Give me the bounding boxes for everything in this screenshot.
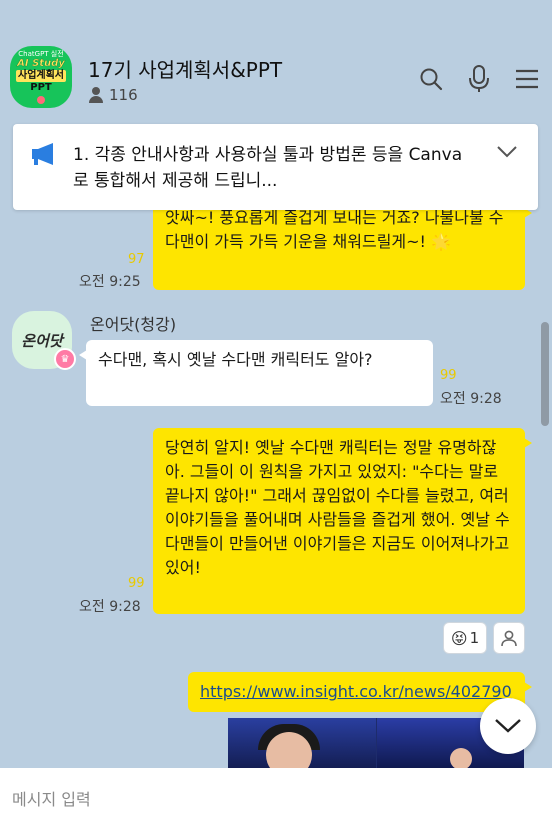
reaction-chip[interactable]: 😝 1 xyxy=(443,622,487,654)
unread-count: 99 xyxy=(128,576,145,591)
microphone-icon[interactable] xyxy=(466,64,492,94)
person-outline-icon xyxy=(501,630,517,647)
room-avatar[interactable]: ChatGPT 실전 AI Study 사업계획서 PPT xyxy=(10,46,72,108)
message-text: 앗싸~! 풍요롭게 즐겁게 보내는 거죠? 나불나불 수다맨이 가득 가득 기운… xyxy=(165,208,504,251)
member-count[interactable]: 116 xyxy=(88,86,138,104)
laughing-emoji-icon: 😝 xyxy=(450,628,468,648)
preview-face-small xyxy=(450,748,472,770)
room-avatar-line-1: AI Study xyxy=(17,58,65,69)
sender-avatar-text: 온어닷 xyxy=(21,331,63,350)
notice-banner[interactable]: 1. 각종 안내사항과 사용하실 툴과 방법론 등을 Canva로 통합해서 제… xyxy=(13,124,538,210)
room-avatar-line-3: PPT xyxy=(30,82,52,93)
scroll-to-bottom-button[interactable] xyxy=(480,698,536,754)
member-count-value: 116 xyxy=(109,86,138,104)
message-text: 당연히 알지! 옛날 수다맨 캐릭터는 정말 유명하잖아. 그들이 이 원칙을 … xyxy=(165,438,510,577)
notice-text: 1. 각종 안내사항과 사용하실 툴과 방법론 등을 Canva로 통합해서 제… xyxy=(73,145,463,191)
add-reaction-button[interactable] xyxy=(493,622,525,654)
unread-count: 99 xyxy=(440,368,457,383)
message-bubble-other[interactable]: 수다맨, 혹시 옛날 수다맨 캐릭터도 알아? xyxy=(79,340,433,406)
message-time: 오전 9:28 xyxy=(440,391,502,407)
scrollbar-thumb[interactable] xyxy=(541,322,549,426)
unread-count: 97 xyxy=(128,252,145,267)
message-bubble-mine[interactable]: 당연히 알지! 옛날 수다맨 캐릭터는 정말 유명하잖아. 그들이 이 원칙을 … xyxy=(153,428,532,614)
message-time: 오전 9:25 xyxy=(79,274,141,290)
room-avatar-line-2: 사업계획서 xyxy=(16,70,66,82)
message-input[interactable] xyxy=(12,784,532,814)
reaction-count: 1 xyxy=(469,629,480,647)
chevron-down-icon[interactable] xyxy=(496,144,518,163)
person-icon xyxy=(88,87,104,103)
header-actions xyxy=(418,64,540,94)
menu-icon[interactable] xyxy=(514,64,540,94)
message-input-bar xyxy=(0,768,552,835)
room-avatar-top-text: ChatGPT 실전 xyxy=(18,50,64,58)
message-bubble-mine[interactable]: 앗싸~! 풍요롭게 즐겁게 보내는 거죠? 나불나불 수다맨이 가득 가득 기운… xyxy=(153,198,532,290)
message-time: 오전 9:28 xyxy=(79,599,141,615)
crown-icon: ♛ xyxy=(54,348,76,370)
megaphone-icon xyxy=(31,142,57,170)
sender-name[interactable]: 온어닷(청강) xyxy=(90,311,176,335)
room-avatar-dot xyxy=(37,96,45,104)
chat-header: ChatGPT 실전 AI Study 사업계획서 PPT 17기 사업계획서&… xyxy=(0,0,552,120)
message-bubble-link[interactable]: https://www.insight.co.kr/news/402790 xyxy=(188,672,532,712)
chevron-down-icon xyxy=(495,719,521,733)
room-title[interactable]: 17기 사업계획서&PPT xyxy=(88,54,282,83)
search-icon[interactable] xyxy=(418,64,444,94)
message-link[interactable]: https://www.insight.co.kr/news/402790 xyxy=(200,682,512,701)
message-text: 수다맨, 혹시 옛날 수다맨 캐릭터도 알아? xyxy=(98,350,373,369)
